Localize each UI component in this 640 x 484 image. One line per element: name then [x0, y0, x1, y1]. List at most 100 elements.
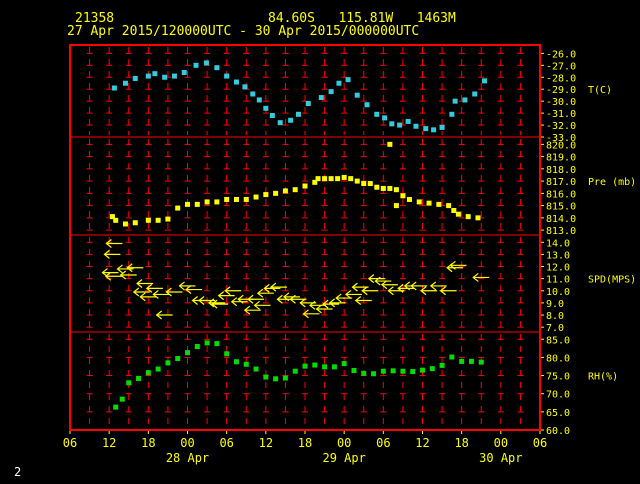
wind-arrow — [380, 280, 398, 290]
humidity-point — [331, 364, 337, 370]
humidity-tick-label: 65.0 — [546, 408, 570, 419]
wind-arrow — [429, 281, 447, 291]
temperature-point — [439, 124, 445, 130]
temperature-tick-label: -27.0 — [546, 61, 576, 72]
wind-arrow — [420, 286, 438, 296]
temperature-point — [336, 80, 342, 86]
pressure-point — [185, 201, 190, 207]
temperature-point — [145, 73, 151, 79]
temperature-point — [318, 95, 324, 101]
x-tick-label: 06 — [376, 436, 390, 450]
pressure-point — [387, 141, 393, 147]
x-date-label: 29 Apr — [322, 451, 365, 465]
wind-axis-label: SPD(MPS) — [588, 275, 636, 286]
humidity-point — [341, 361, 347, 367]
temperature-point — [263, 105, 269, 111]
wind-tick-label: 8.0 — [546, 311, 564, 322]
pressure-point — [282, 188, 288, 194]
humidity-point — [468, 358, 474, 364]
temperature-point — [452, 98, 458, 104]
wind-arrow — [361, 286, 379, 296]
x-tick-label: 06 — [63, 436, 77, 450]
humidity-tick-label: 80.0 — [546, 353, 570, 364]
wind-arrow — [136, 279, 154, 288]
pressure-point — [348, 176, 354, 182]
temperature-point — [295, 111, 301, 117]
x-date-label: 30 Apr — [479, 451, 522, 465]
pressure-point — [194, 201, 200, 207]
pressure-point — [155, 217, 161, 223]
x-date-label: 28 Apr — [166, 451, 209, 465]
humidity-point — [400, 368, 406, 374]
x-tick-label: 00 — [180, 436, 194, 450]
temperature-point — [328, 89, 334, 95]
x-tick-label: 00 — [494, 436, 508, 450]
temperature-point — [345, 77, 351, 83]
wind-arrow — [185, 285, 203, 295]
humidity-point — [253, 366, 259, 372]
pressure-point — [132, 220, 138, 226]
x-tick-label: 12 — [259, 436, 273, 450]
humidity-point — [351, 367, 357, 373]
temperature-point — [482, 78, 488, 84]
humidity-point — [410, 369, 416, 375]
pressure-point — [335, 176, 341, 182]
temperature-point — [397, 122, 403, 128]
x-tick-label: 18 — [141, 436, 155, 450]
temperature-point — [389, 121, 395, 127]
temperature-point — [288, 117, 294, 123]
temperature-tick-label: -26.0 — [546, 49, 576, 60]
pressure-tick-label: 817.0 — [546, 177, 576, 188]
wind-tick-label: 11.0 — [546, 275, 570, 286]
pressure-point — [380, 185, 386, 191]
temperature-point — [431, 127, 437, 133]
temperature-tick-label: -32.0 — [546, 121, 576, 132]
pressure-point — [367, 181, 373, 187]
x-tick-label: 12 — [415, 436, 429, 450]
humidity-tick-label: 60.0 — [546, 426, 570, 437]
pressure-tick-label: 815.0 — [546, 202, 576, 213]
x-tick-label: 18 — [454, 436, 468, 450]
temperature-point — [472, 91, 478, 97]
wind-tick-label: 14.0 — [546, 238, 570, 249]
pressure-point — [204, 199, 210, 205]
pressure-point — [165, 216, 171, 222]
temperature-point — [462, 97, 468, 103]
pressure-point — [393, 187, 399, 193]
pressure-tick-label: 820.0 — [546, 140, 576, 151]
humidity-point — [155, 366, 161, 372]
humidity-point — [449, 354, 455, 360]
humidity-point — [371, 371, 377, 377]
pressure-point — [465, 214, 471, 220]
temperature-axis-label: T(C) — [588, 85, 612, 96]
time-period: 27 Apr 2015/120000UTC - 30 Apr 2015/0000… — [67, 24, 419, 39]
y-axes: -26.0-27.0-28.0-29.0-30.0-31.0-32.0-33.0… — [540, 49, 636, 437]
humidity-point — [478, 359, 484, 365]
grid-crosses — [86, 47, 524, 428]
page-number: 2 — [14, 465, 21, 479]
temperature-tick-label: -29.0 — [546, 85, 576, 96]
pressure-point — [406, 196, 412, 202]
pressure-point — [214, 199, 220, 205]
temperature-point — [256, 97, 262, 103]
pressure-point — [113, 217, 119, 223]
temperature-point — [203, 60, 209, 66]
humidity-point — [194, 344, 200, 350]
temperature-tick-label: -31.0 — [546, 109, 576, 120]
pressure-tick-label: 813.0 — [546, 226, 576, 237]
humidity-point — [233, 359, 239, 365]
temperature-point — [423, 126, 429, 132]
humidity-point — [165, 360, 171, 366]
humidity-point — [113, 404, 119, 410]
pressure-point — [315, 176, 321, 182]
humidity-point — [273, 376, 279, 382]
pressure-point — [426, 200, 432, 206]
temperature-tick-label: -30.0 — [546, 97, 576, 108]
pressure-tick-label: 818.0 — [546, 165, 576, 176]
pressure-point — [354, 178, 360, 184]
pressure-point — [243, 196, 249, 202]
temperature-point — [132, 75, 138, 81]
temperature-point — [233, 79, 239, 85]
pressure-point — [122, 221, 128, 227]
humidity-point — [429, 366, 435, 372]
